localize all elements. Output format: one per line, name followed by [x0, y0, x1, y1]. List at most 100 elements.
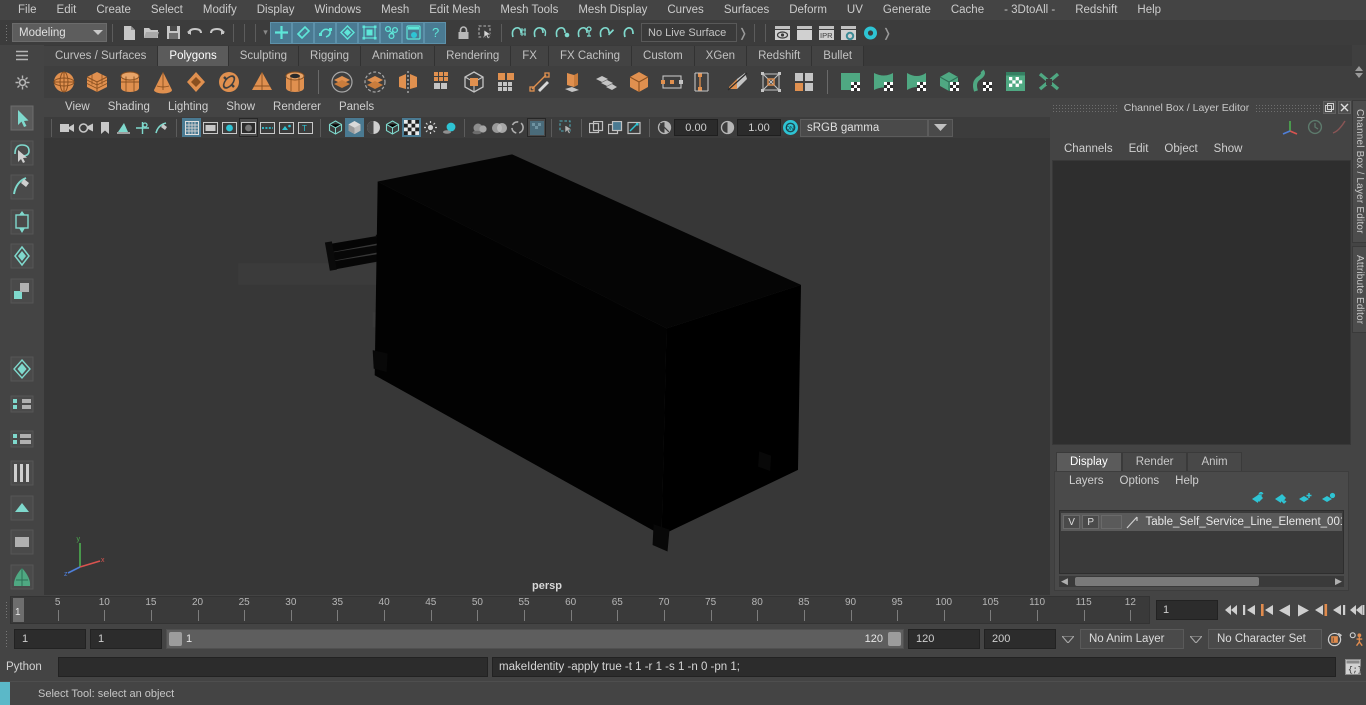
menu-mesh-tools[interactable]: Mesh Tools [490, 0, 568, 20]
scroll-track[interactable] [1070, 577, 1333, 586]
step-forward-frame-icon[interactable] [1312, 599, 1330, 621]
snap-align-icon[interactable] [7, 388, 37, 421]
ambient-occlusion-icon[interactable] [470, 118, 489, 137]
poly-cube-icon[interactable] [81, 67, 113, 97]
panel-menu-lighting[interactable]: Lighting [159, 98, 217, 117]
append-polygon-icon[interactable] [656, 67, 688, 97]
open-scene-icon[interactable] [140, 22, 162, 44]
select-by-component-icon[interactable] [314, 21, 336, 44]
mirror-geometry-icon[interactable] [392, 67, 424, 97]
shaded-wireframe-icon[interactable] [364, 118, 383, 137]
animation-start-time-field[interactable]: 1 [14, 629, 86, 649]
layer-tab-render[interactable]: Render [1121, 452, 1188, 471]
poly-torus-icon[interactable] [213, 67, 245, 97]
render-preview-icon[interactable] [7, 491, 37, 524]
render-view-icon[interactable] [771, 22, 793, 44]
menu-set-selector[interactable]: Modeling [12, 23, 107, 42]
color-management-toggle-icon[interactable]: ON [781, 118, 800, 137]
menu-edit[interactable]: Edit [47, 0, 87, 20]
layer-visibility-toggle[interactable]: V [1063, 515, 1081, 529]
outliner-view-icon[interactable] [7, 526, 37, 559]
snap-to-grid-icon[interactable] [507, 22, 529, 44]
range-slider-bar[interactable]: 1 120 [166, 629, 904, 649]
move-layer-down-icon[interactable] [1275, 492, 1290, 507]
anim-layer-dropdown-icon[interactable] [1060, 629, 1076, 649]
paint-effects-icon[interactable] [152, 118, 171, 137]
rangeslider-grip[interactable] [2, 628, 10, 650]
field-chart-icon[interactable] [258, 118, 277, 137]
layer-menu-help[interactable]: Help [1167, 475, 1207, 487]
color-space-dropdown-icon[interactable] [928, 118, 953, 137]
safe-title-icon[interactable]: T [296, 118, 315, 137]
shelf-scroll-arrows[interactable] [1352, 45, 1366, 98]
boolean-icon[interactable] [458, 67, 490, 97]
image-plane-icon[interactable] [114, 118, 133, 137]
script-editor-icon[interactable]: {;} [1343, 657, 1363, 677]
menu-surfaces[interactable]: Surfaces [714, 0, 779, 20]
shelf-tab-xgen[interactable]: XGen [694, 46, 748, 66]
paint-weights-icon[interactable] [7, 457, 37, 490]
snap-to-point-icon[interactable] [551, 22, 573, 44]
shelf-scroll-up-icon[interactable] [1355, 65, 1363, 71]
play-backwards-icon[interactable] [1276, 599, 1294, 621]
menu-create[interactable]: Create [86, 0, 141, 20]
target-weld-icon[interactable] [755, 67, 787, 97]
uv-editor-icon[interactable] [1000, 67, 1032, 97]
channel-menu-channels[interactable]: Channels [1056, 143, 1121, 155]
combine-icon[interactable] [326, 67, 358, 97]
screen-space-ao-icon[interactable] [527, 118, 546, 137]
shelf-tab-fx[interactable]: FX [511, 46, 549, 66]
create-polygon-tool-icon[interactable] [524, 67, 556, 97]
select-misc-icon[interactable]: ? [424, 21, 446, 44]
command-input[interactable] [58, 657, 488, 677]
range-handle-left[interactable] [169, 632, 182, 646]
uv-cut-icon[interactable] [1033, 67, 1065, 97]
poly-cylinder-icon[interactable] [114, 67, 146, 97]
camera-settings-icon[interactable] [76, 118, 95, 137]
live-surface-field[interactable]: No Live Surface [641, 23, 737, 42]
character-set-dropdown-icon[interactable] [1188, 629, 1204, 649]
shelf-tab-sculpting[interactable]: Sculpting [228, 46, 300, 66]
multisample-icon[interactable] [508, 118, 527, 137]
step-forward-keyframe-icon[interactable] [1330, 599, 1348, 621]
highlight-selection-icon[interactable] [474, 22, 496, 44]
panel-drag-handle-right[interactable] [1255, 103, 1321, 112]
render-settings-icon[interactable] [837, 22, 859, 44]
exposure-field[interactable]: 0.00 [674, 119, 718, 136]
select-hierarchy-root-icon[interactable] [336, 21, 358, 44]
panel-menu-show[interactable]: Show [217, 98, 264, 117]
menu-generate[interactable]: Generate [873, 0, 941, 20]
scroll-thumb[interactable] [1075, 577, 1260, 586]
selection-mask-dropdown[interactable]: ▾ [261, 27, 270, 38]
paint-select-tool-icon[interactable] [7, 171, 37, 204]
anim-layer-field[interactable]: No Anim Layer [1080, 629, 1184, 649]
animation-preferences-icon[interactable] [1348, 628, 1366, 650]
shadows-icon[interactable] [440, 118, 459, 137]
menu-windows[interactable]: Windows [304, 0, 371, 20]
select-rendering-icon[interactable] [402, 21, 424, 44]
select-by-hierarchy-icon[interactable] [270, 21, 292, 44]
motion-blur-icon[interactable] [489, 118, 508, 137]
shelf-scroll-down-icon[interactable] [1355, 72, 1363, 78]
uv-unfold-icon[interactable] [967, 67, 999, 97]
menu-curves[interactable]: Curves [657, 0, 713, 20]
select-deform-icon[interactable] [380, 21, 402, 44]
new-layer-from-selected-icon[interactable] [1321, 492, 1336, 507]
poly-octahedron-icon[interactable] [180, 67, 212, 97]
bridge-icon[interactable] [623, 67, 655, 97]
smooth-icon[interactable] [425, 67, 457, 97]
poly-pyramid-icon[interactable] [246, 67, 278, 97]
playback-start-time-field[interactable]: 1 [90, 629, 162, 649]
vtab-attribute-editor[interactable]: Attribute Editor [1352, 245, 1366, 334]
gamma-field[interactable]: 1.00 [737, 119, 781, 136]
command-language-label[interactable]: Python [6, 661, 54, 673]
uv-automatic-icon[interactable] [934, 67, 966, 97]
layer-tab-anim[interactable]: Anim [1187, 452, 1242, 471]
channel-menu-show[interactable]: Show [1206, 143, 1251, 155]
insert-edge-loop-icon[interactable] [689, 67, 721, 97]
wireframe-icon[interactable] [326, 118, 345, 137]
scroll-left-icon[interactable]: ◀ [1059, 576, 1070, 587]
channel-menu-object[interactable]: Object [1156, 143, 1205, 155]
exposure-icon[interactable] [655, 118, 674, 137]
shelf-tab-rendering[interactable]: Rendering [435, 46, 512, 66]
